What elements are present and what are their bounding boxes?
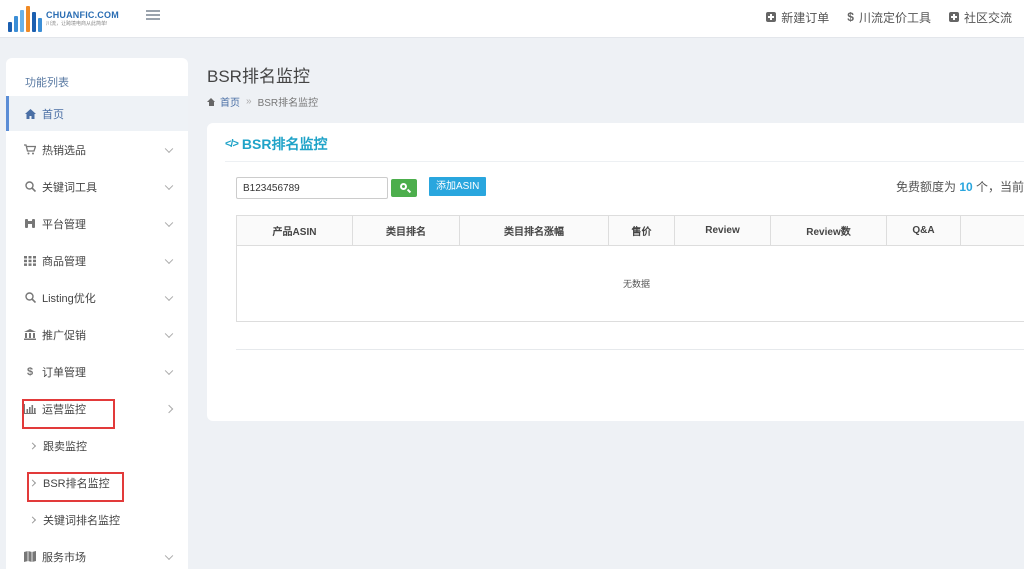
column-header-actions: 操 [961,216,1024,245]
code-icon: </> [225,138,239,150]
search-icon [24,292,36,304]
sidebar-subitem-bsr-monitor[interactable]: BSR排名监控 [6,464,188,501]
sidebar-item-label: 首页 [42,108,64,121]
dollar-icon: $ [26,365,34,378]
bar-chart-icon [24,403,36,415]
sidebar-item-label: Listing优化 [42,292,96,305]
top-bar: CHUANFIC.COM 川流，让跨境电商从此简单! 新建订单 $ 川流定价工具… [0,0,1024,38]
sidebar-item-label: 关键词工具 [42,181,97,194]
table-empty-state: 无数据 [622,279,650,289]
add-asin-button[interactable]: 添加ASIN [429,177,487,196]
sidebar-subitem-label: 跟卖监控 [43,440,87,453]
logo[interactable]: CHUANFIC.COM 川流，让跨境电商从此简单! [8,4,119,34]
breadcrumb-current: BSR排名监控 [257,98,319,109]
sidebar-item-label: 订单管理 [42,366,86,379]
pricing-tool-label: 川流定价工具 [858,10,931,25]
new-order-label: 新建订单 [781,10,830,25]
community-link[interactable]: 社区交流 [948,9,1012,26]
sidebar-item-products[interactable]: 商品管理 [6,242,188,279]
column-header-price[interactable]: 售价 [609,216,675,245]
chevron-down-icon [164,181,174,190]
sidebar: 功能列表 首页 热销选品 关键词工具 平台管理 商品管理 Listing优化 推… [6,58,188,569]
new-order-link[interactable]: 新建订单 [766,9,829,26]
sidebar-subitem-follow-sell-monitor[interactable]: 跟卖监控 [6,427,188,464]
column-header-review-count[interactable]: Review数 [771,216,887,245]
search-icon [400,183,407,190]
bank-icon [24,329,36,341]
sidebar-item-promotion[interactable]: 推广促销 [6,316,188,353]
sidebar-item-keyword-tool[interactable]: 关键词工具 [6,168,188,205]
sidebar-item-platform[interactable]: 平台管理 [6,205,188,242]
chevron-down-icon [164,329,174,338]
sidebar-subitem-label: 关键词排名监控 [43,514,120,527]
plus-square-icon [948,12,959,22]
sidebar-item-home[interactable]: 首页 [6,96,188,131]
breadcrumb-home-link[interactable]: 首页 [207,94,240,109]
breadcrumb-home-label: 首页 [220,98,240,109]
sidebar-item-label: 运营监控 [42,403,86,416]
logo-mark [8,6,42,32]
bsr-monitor-card: </> BSR排名监控 添加ASIN 免费额度为 10 个，当前 产品ASIN … [207,123,1024,421]
column-header-rank-change[interactable]: 类目排名涨幅 [460,216,609,245]
chevron-down-icon [164,551,174,560]
column-header-asin[interactable]: 产品ASIN [237,216,353,245]
sidebar-item-listing[interactable]: Listing优化 [6,279,188,316]
sidebar-item-orders[interactable]: $ 订单管理 [6,353,188,390]
breadcrumb: 首页 » BSR排名监控 [207,94,318,109]
search-button[interactable] [391,179,417,197]
quota-text: 免费额度为 10 个，当前 [896,178,1024,195]
quota-suffix: 个，当前 [972,180,1024,194]
search-icon [24,181,36,193]
community-label: 社区交流 [963,10,1012,25]
column-header-review[interactable]: Review [675,216,771,245]
asin-input[interactable] [236,177,388,199]
chevron-down-icon [164,366,174,375]
page-title: BSR排名监控 [207,67,310,86]
table-header: 产品ASIN 类目排名 类目排名涨幅 售价 Review Review数 Q&A… [237,216,1024,246]
chevron-down-icon [164,292,174,301]
home-icon [207,97,216,106]
top-links: 新建订单 $ 川流定价工具 社区交流 [766,0,1012,34]
sidebar-item-label: 热销选品 [42,144,86,157]
sidebar-item-hot-selection[interactable]: 热销选品 [6,131,188,168]
menu-toggle-icon[interactable] [146,10,160,22]
home-icon [24,108,36,120]
quota-prefix: 免费额度为 [896,180,960,194]
cart-icon [24,144,36,156]
sidebar-subitem-keyword-rank-monitor[interactable]: 关键词排名监控 [6,501,188,538]
card-title: BSR排名监控 [241,136,328,152]
sidebar-item-operation-monitor[interactable]: 运营监控 [6,390,188,427]
chevron-down-icon [164,218,174,227]
binoculars-icon [24,218,36,230]
sidebar-subitem-label: BSR排名监控 [43,477,110,490]
sidebar-item-label: 服务市场 [42,551,86,564]
column-header-category-rank[interactable]: 类目排名 [353,216,460,245]
plus-square-icon [766,12,777,22]
map-icon [24,551,36,563]
grid-icon [24,255,36,267]
quota-value: 10 [959,180,973,194]
sidebar-item-label: 平台管理 [42,218,86,231]
chevron-down-icon [164,255,174,264]
dollar-icon: $ [847,10,854,24]
bsr-table: 产品ASIN 类目排名 类目排名涨幅 售价 Review Review数 Q&A… [236,215,1024,322]
breadcrumb-separator: » [246,96,252,107]
card-bottom-divider [236,349,1024,350]
sidebar-item-label: 推广促销 [42,329,86,342]
sidebar-title: 功能列表 [25,77,69,89]
brand-name: CHUANFIC.COM [46,10,119,20]
sidebar-item-service-market[interactable]: 服务市场 [6,538,188,569]
chevron-down-icon [164,144,174,153]
column-header-qa[interactable]: Q&A [887,216,961,245]
card-divider [225,161,1024,162]
pricing-tool-link[interactable]: $ 川流定价工具 [847,9,931,26]
sidebar-item-label: 商品管理 [42,255,86,268]
chevron-right-icon [164,404,174,413]
brand-slogan: 川流，让跨境电商从此简单! [46,21,108,27]
card-header: </> BSR排名监控 [225,134,327,154]
